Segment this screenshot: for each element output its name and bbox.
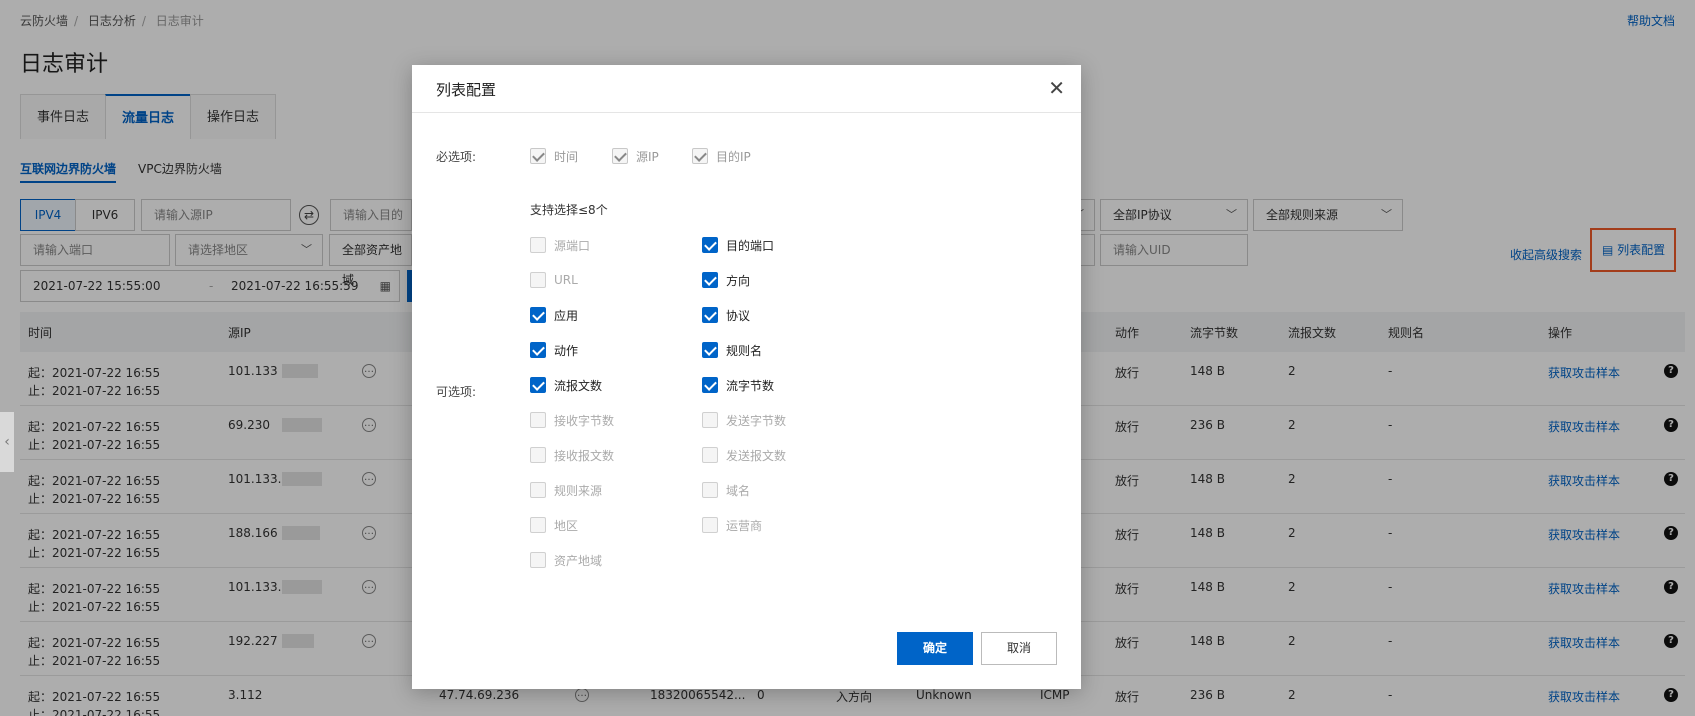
column-checkbox-label: 规则来源	[554, 483, 603, 498]
column-checkbox-label: 发送字节数	[726, 413, 787, 428]
checkbox-empty-icon	[702, 447, 718, 463]
checkbox-empty-icon	[702, 412, 718, 428]
column-checkbox-label: 方向	[726, 273, 751, 288]
chevron-left-icon[interactable]: ‹	[0, 412, 14, 472]
checkbox-empty-icon	[702, 517, 718, 533]
required-checkbox-dst-ip: 目的IP	[692, 147, 751, 165]
checkbox-empty-icon	[530, 482, 546, 498]
column-checkbox-label: 流报文数	[554, 378, 603, 393]
column-checkbox[interactable]: 动作	[530, 341, 578, 359]
column-checkbox-label: 源端口	[554, 238, 591, 253]
column-checkbox: 发送报文数	[702, 446, 786, 464]
checkbox-checked-icon	[702, 237, 718, 253]
column-checkbox[interactable]: 目的端口	[702, 236, 774, 254]
confirm-button[interactable]: 确定	[897, 632, 973, 665]
checkbox-empty-icon	[702, 482, 718, 498]
close-icon[interactable]: ✕	[1048, 76, 1065, 100]
column-checkbox[interactable]: 规则名	[702, 341, 762, 359]
column-checkbox-label: 动作	[554, 343, 579, 358]
checkbox-checked-icon	[702, 342, 718, 358]
column-checkbox-label: 应用	[554, 308, 579, 323]
column-checkbox: 域名	[702, 481, 750, 499]
column-checkbox-label: 发送报文数	[726, 448, 787, 463]
column-checkbox: 发送字节数	[702, 411, 786, 429]
column-checkbox-label: 接收报文数	[554, 448, 615, 463]
column-checkbox-label: 地区	[554, 518, 579, 533]
checkbox-empty-icon	[530, 272, 546, 288]
column-checkbox-label: 规则名	[726, 343, 763, 358]
checkbox-checked-icon	[702, 272, 718, 288]
checkbox-empty-icon	[530, 552, 546, 568]
column-checkbox-label: 协议	[726, 308, 751, 323]
column-checkbox-label: 运营商	[726, 518, 763, 533]
column-checkbox[interactable]: 流字节数	[702, 376, 774, 394]
column-checkbox-label: 流字节数	[726, 378, 775, 393]
dialog-header: 列表配置 ✕	[412, 65, 1081, 113]
column-checkbox: 接收报文数	[530, 446, 614, 464]
checkbox-empty-icon	[530, 517, 546, 533]
checkbox-checked-icon	[530, 377, 546, 393]
column-checkbox-label: 目的端口	[726, 238, 775, 253]
checkbox-checked-icon	[530, 307, 546, 323]
checkbox-checked-icon	[530, 342, 546, 358]
optional-hint: 支持选择≤8个	[530, 203, 608, 217]
checkbox-empty-icon	[530, 237, 546, 253]
checkbox-checked-icon	[702, 377, 718, 393]
column-checkbox[interactable]: 协议	[702, 306, 750, 324]
checkbox-empty-icon	[530, 412, 546, 428]
checkbox-checked-icon	[702, 307, 718, 323]
optional-label: 可选项:	[436, 385, 477, 399]
column-checkbox[interactable]: 流报文数	[530, 376, 602, 394]
column-checkbox-label: 域名	[726, 483, 751, 498]
dialog-title: 列表配置	[436, 81, 497, 99]
column-checkbox-label: 资产地域	[554, 553, 603, 568]
column-checkbox: 源端口	[530, 236, 590, 254]
cancel-button[interactable]: 取消	[981, 632, 1057, 665]
column-checkbox: 接收字节数	[530, 411, 614, 429]
column-config-dialog: 列表配置 ✕ 必选项: 时间 源IP 目的IP 支持选择≤8个 可选项: 源端口…	[412, 65, 1081, 689]
column-checkbox: 地区	[530, 516, 578, 534]
column-checkbox: 规则来源	[530, 481, 602, 499]
column-checkbox: 运营商	[702, 516, 762, 534]
required-label: 必选项:	[436, 150, 477, 164]
required-checkbox-src-ip: 源IP	[612, 147, 659, 165]
column-checkbox[interactable]: 应用	[530, 306, 578, 324]
column-checkbox: 资产地域	[530, 551, 602, 569]
column-checkbox-label: 接收字节数	[554, 413, 615, 428]
required-checkbox-time: 时间	[530, 147, 578, 165]
checkbox-empty-icon	[530, 447, 546, 463]
column-checkbox-label: URL	[554, 273, 578, 287]
column-checkbox: URL	[530, 271, 578, 289]
column-checkbox[interactable]: 方向	[702, 271, 750, 289]
